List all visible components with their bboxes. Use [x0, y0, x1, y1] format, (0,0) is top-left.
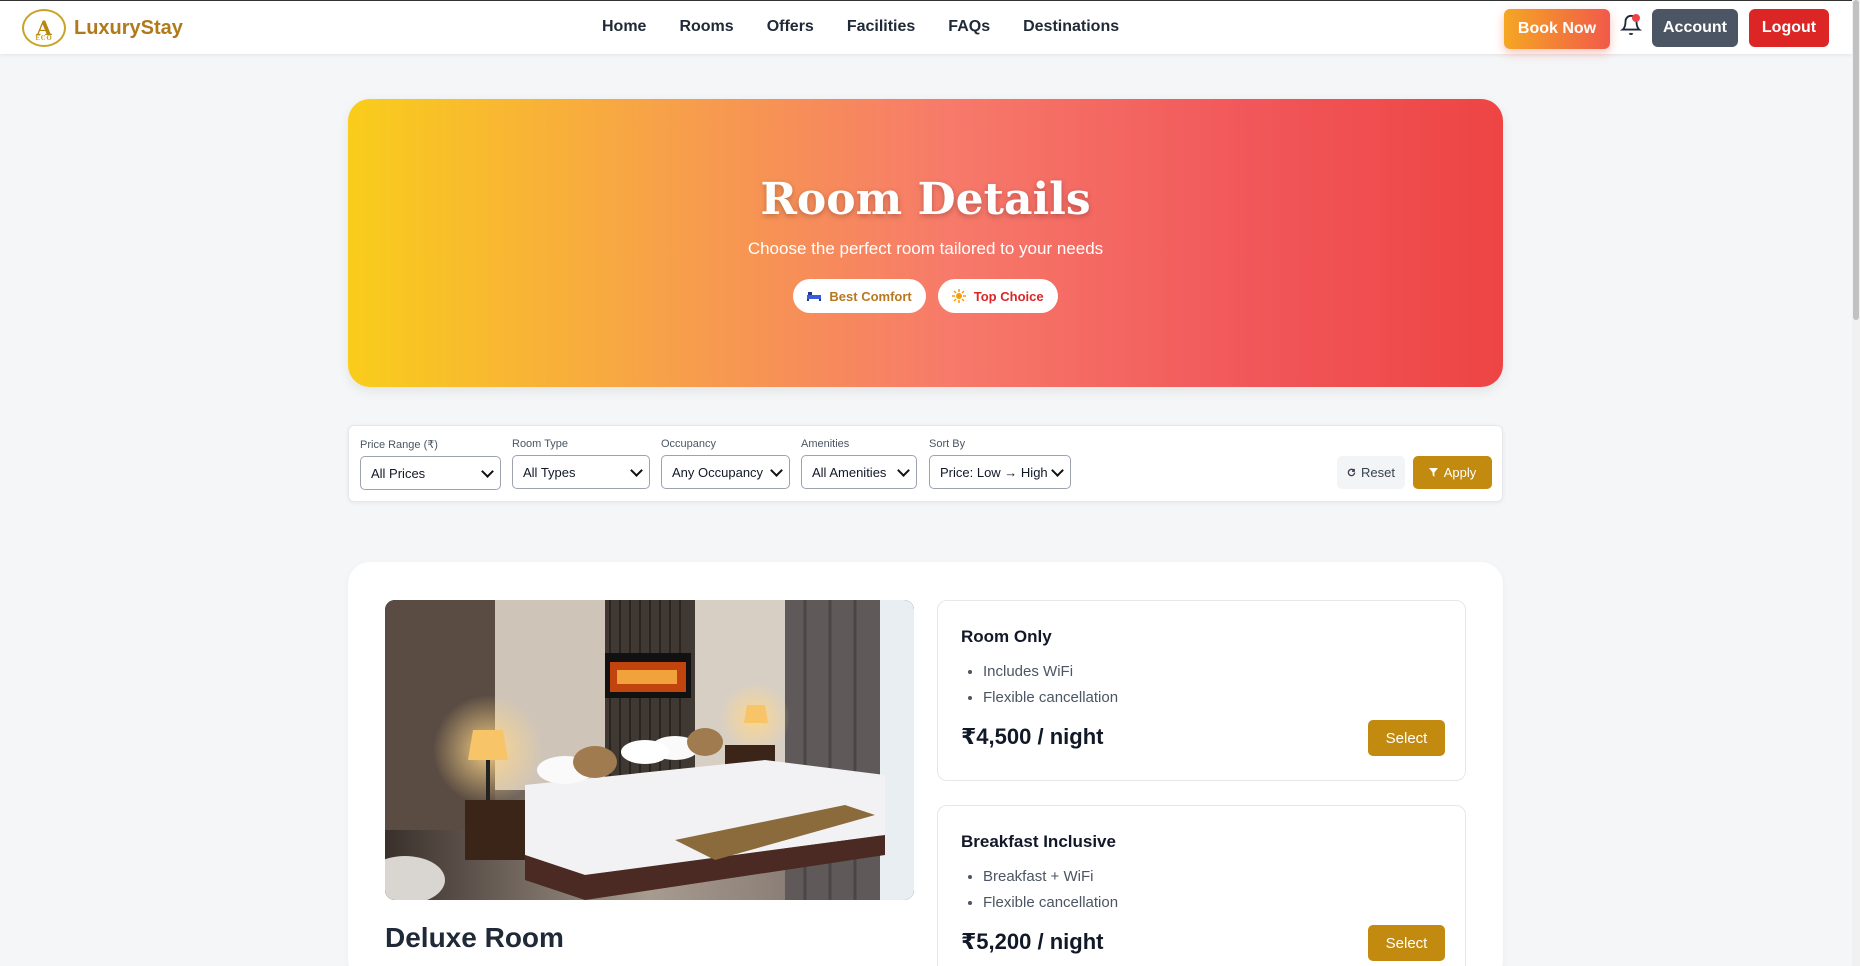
badge-top-choice: Top Choice	[937, 279, 1058, 313]
chevron-down-icon	[630, 463, 643, 477]
filter-sort: Sort By Price: Low → High	[929, 438, 1071, 489]
nav-home[interactable]: Home	[602, 18, 646, 36]
nav-facilities[interactable]: Facilities	[847, 18, 915, 36]
hero-badges: Best Comfort Top Choice	[348, 279, 1503, 313]
filter-occupancy-label: Occupancy	[661, 438, 717, 450]
occupancy-select[interactable]: Any Occupancy	[661, 455, 790, 489]
chevron-down-icon	[897, 463, 910, 477]
reset-button[interactable]: Reset	[1337, 456, 1405, 489]
filter-room-type-label: Room Type	[512, 438, 569, 450]
room-name: Deluxe Room	[385, 922, 564, 953]
plan-title: Room Only	[961, 627, 1052, 646]
plan-price: ₹4,500 / night	[961, 724, 1104, 749]
book-now-button[interactable]: Book Now	[1504, 9, 1610, 49]
account-button[interactable]: Account	[1652, 9, 1738, 47]
amenities-value: All Amenities	[812, 464, 887, 480]
hero-subtitle: Choose the perfect room tailored to your…	[747, 239, 1104, 258]
brand-name: LuxuryStay	[74, 16, 183, 39]
select-plan-button[interactable]: Select	[1368, 720, 1445, 756]
badge-best-comfort: Best Comfort	[793, 279, 926, 313]
bed-icon	[807, 292, 822, 301]
brand-logo[interactable]: A ECO LuxuryStay	[22, 9, 183, 47]
main-nav: Home Rooms Offers Facilities FAQs Destin…	[602, 18, 1152, 36]
filter-price-label: Price Range (₹)	[360, 439, 438, 451]
logout-button[interactable]: Logout	[1749, 9, 1829, 47]
apply-label: Apply	[1443, 465, 1477, 480]
occupancy-value: Any Occupancy	[672, 464, 764, 480]
chevron-down-icon	[1051, 463, 1064, 477]
price-range-select[interactable]: All Prices	[360, 456, 501, 490]
nav-offers[interactable]: Offers	[767, 18, 814, 36]
filter-room-type: Room Type All Types	[512, 438, 650, 489]
plan-room-only: Room Only Includes WiFi Flexible cancell…	[937, 600, 1466, 781]
filter-icon	[1428, 468, 1438, 477]
filter-price: Price Range (₹) All Prices	[360, 438, 501, 490]
plan-price: ₹5,200 / night	[961, 929, 1104, 954]
chevron-down-icon	[481, 464, 494, 478]
sparkle-icon	[951, 289, 966, 303]
room-type-value: All Types	[523, 464, 576, 480]
logo-icon: A ECO	[22, 9, 66, 47]
plan-features: Breakfast + WiFi Flexible cancellation	[961, 864, 1442, 916]
sort-value: Price: Low → High	[940, 464, 1048, 480]
filter-bar: Price Range (₹) All Prices Room Type All…	[348, 425, 1503, 502]
plan-breakfast-inclusive: Breakfast Inclusive Breakfast + WiFi Fle…	[937, 805, 1466, 966]
badge-label: Best Comfort	[829, 288, 912, 304]
badge-label: Top Choice	[973, 288, 1044, 304]
select-plan-button[interactable]: Select	[1368, 925, 1445, 961]
logo-subtext: ECO	[35, 35, 53, 42]
filter-occupancy: Occupancy Any Occupancy	[661, 438, 790, 489]
room-type-select[interactable]: All Types	[512, 455, 650, 489]
nav-faqs[interactable]: FAQs	[948, 18, 990, 36]
room-photo-illustration	[385, 600, 914, 900]
reset-icon	[1347, 468, 1356, 477]
reset-label: Reset	[1361, 465, 1395, 480]
room-card: Deluxe Room Room Only Includes WiFi Flex…	[348, 562, 1503, 966]
amenities-select[interactable]: All Amenities	[801, 455, 917, 489]
plan-title: Breakfast Inclusive	[961, 832, 1116, 851]
notification-dot	[1632, 14, 1640, 22]
chevron-down-icon	[770, 463, 783, 477]
plan-feature: Includes WiFi	[983, 659, 1442, 685]
sort-select[interactable]: Price: Low → High	[929, 455, 1071, 489]
scrollbar-thumb[interactable]	[1853, 0, 1859, 320]
plan-feature: Breakfast + WiFi	[983, 864, 1442, 890]
filter-sort-label: Sort By	[929, 438, 966, 450]
top-navbar: A ECO LuxuryStay Home Rooms Offers Facil…	[0, 0, 1852, 54]
apply-button[interactable]: Apply	[1413, 456, 1492, 489]
plan-features: Includes WiFi Flexible cancellation	[961, 659, 1442, 711]
room-photo	[385, 600, 914, 900]
hero-banner: Room Details Choose the perfect room tai…	[348, 99, 1503, 387]
plan-feature: Flexible cancellation	[983, 890, 1442, 916]
nav-destinations[interactable]: Destinations	[1023, 18, 1119, 36]
filter-amenities-label: Amenities	[801, 438, 850, 450]
nav-rooms[interactable]: Rooms	[679, 18, 733, 36]
plan-feature: Flexible cancellation	[983, 685, 1442, 711]
filter-amenities: Amenities All Amenities	[801, 438, 917, 489]
price-range-value: All Prices	[371, 465, 426, 481]
page-title: Room Details	[760, 174, 1091, 225]
